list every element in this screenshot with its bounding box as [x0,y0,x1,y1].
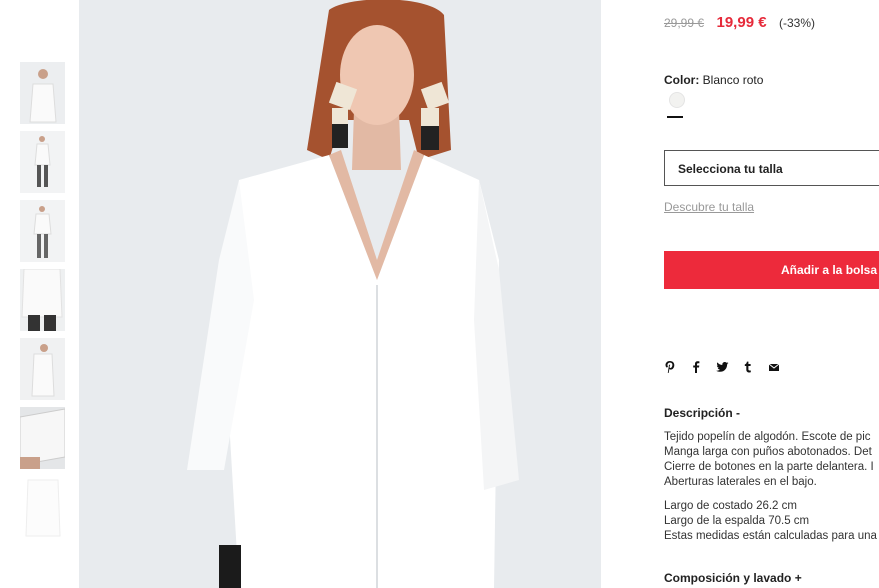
add-to-bag-button[interactable]: Añadir a la bolsa [664,251,879,289]
color-label: Color: Blanco roto [664,73,763,87]
email-icon[interactable] [768,360,780,374]
price-row: 29,99 € 19,99 € (-33%) [664,14,815,32]
color-value: Blanco roto [702,73,764,87]
thumbnail-6[interactable] [20,407,65,469]
thumbnail-list [20,62,65,545]
thumbnail-figure [20,200,65,262]
pinterest-icon[interactable] [664,360,676,374]
description-line: Aberturas laterales en el bajo. [664,476,817,488]
thumbnail-figure [20,62,65,124]
description-line: Tejido popelín de algodón. Escote de pic [664,431,871,443]
selected-swatch-indicator [667,116,683,118]
description-line: Manga larga con puños abotonados. Det [664,446,872,458]
description-toggle[interactable]: Descripción - [664,406,740,420]
thumbnail-figure [20,338,65,400]
sale-price: 19,99 € [716,14,767,31]
main-product-image[interactable] [79,0,601,588]
color-swatch-blanco-roto[interactable] [669,92,685,108]
thumbnail-1[interactable] [20,62,65,124]
measure-line: Estas medidas están calculadas para una [664,530,877,542]
thumbnail-7[interactable] [20,476,65,538]
thumbnail-2[interactable] [20,131,65,193]
share-icons [664,360,780,374]
thumbnail-figure [20,407,65,469]
facebook-icon[interactable] [690,360,702,374]
thumbnail-figure [20,269,65,331]
thumbnail-4[interactable] [20,269,65,331]
description-line: Cierre de botones en la parte delantera.… [664,461,874,473]
size-guide-link[interactable]: Descubre tu talla [664,200,754,214]
thumbnail-5[interactable] [20,338,65,400]
color-label-title: Color: [664,73,700,87]
composition-toggle[interactable]: Composición y lavado + [664,571,802,585]
twitter-icon[interactable] [716,360,729,374]
measure-line: Largo de la espalda 70.5 cm [664,515,810,527]
thumbnail-figure [20,131,65,193]
discount-badge: (-33%) [779,16,816,30]
thumbnail-3[interactable] [20,200,65,262]
old-price: 29,99 € [664,16,705,30]
thumbnail-figure [20,476,65,538]
model-photo [79,0,601,588]
tumblr-icon[interactable] [742,360,754,374]
measure-line: Largo de costado 26.2 cm [664,500,797,512]
description-text: Tejido popelín de algodón. Escote de pic… [664,430,877,544]
size-select[interactable]: Selecciona tu talla [664,150,879,186]
